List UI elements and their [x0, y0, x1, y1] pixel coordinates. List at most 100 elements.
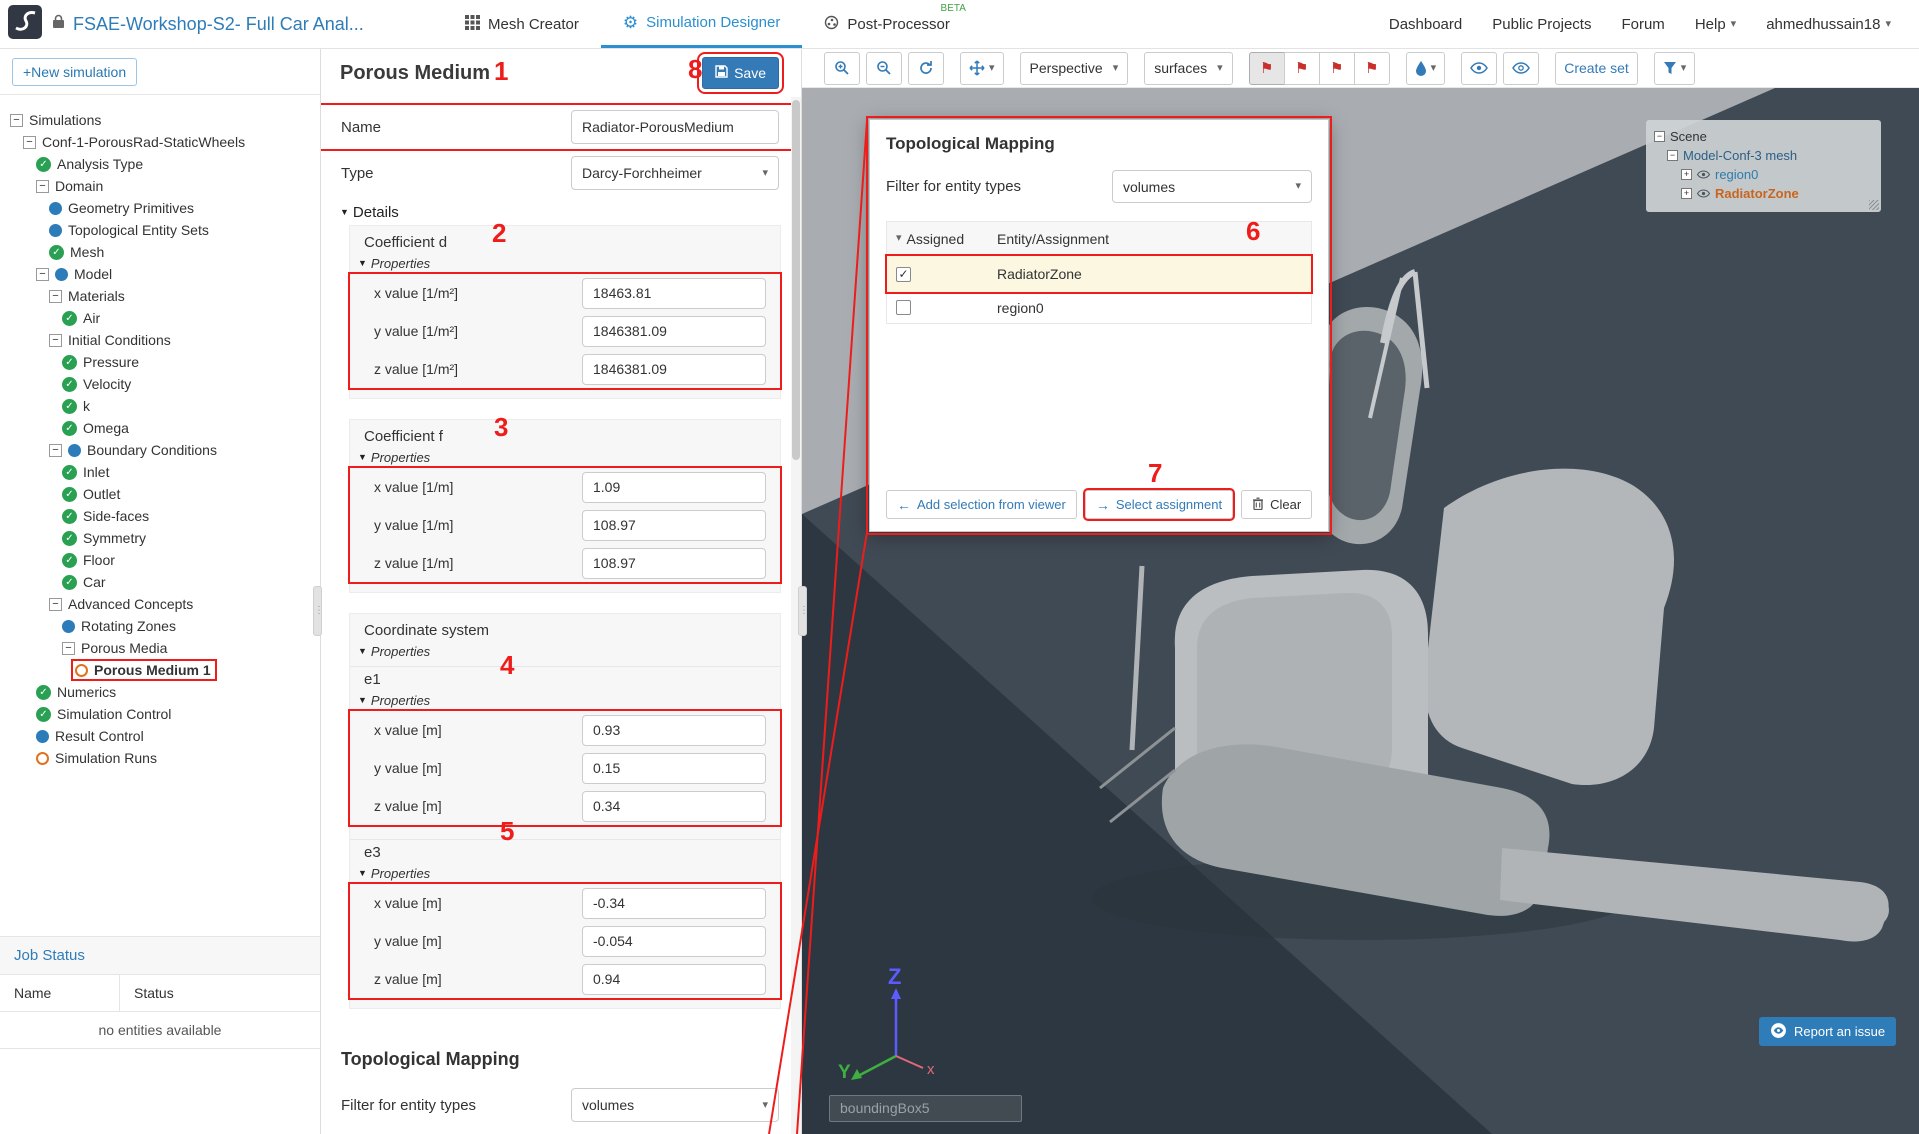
assignment-row-region0[interactable]: region0: [887, 292, 1311, 323]
x-value-input[interactable]: [582, 278, 766, 309]
nav-link-forum[interactable]: Forum: [1621, 16, 1664, 33]
checkbox-checked[interactable]: ✓: [896, 267, 911, 282]
add-selection-button[interactable]: ←Add selection from viewer: [886, 490, 1077, 519]
tree-item-materials[interactable]: −Materials: [0, 285, 320, 307]
collapse-icon[interactable]: −: [36, 180, 49, 193]
tree-item-inlet[interactable]: ✓Inlet: [0, 461, 320, 483]
x-value-input[interactable]: [582, 888, 766, 919]
zoom-out-button[interactable]: [866, 52, 902, 85]
scene-tree-radiatorzone[interactable]: +RadiatorZone: [1654, 184, 1873, 203]
tree-item-geometry-primitives[interactable]: Geometry Primitives: [0, 197, 320, 219]
collapse-icon[interactable]: −: [36, 268, 49, 281]
details-collapse-header[interactable]: ▼Details: [321, 199, 791, 223]
properties-collapse-header[interactable]: ▼Properties: [350, 864, 780, 884]
tree-item-simulation-runs[interactable]: Simulation Runs: [0, 747, 320, 769]
reset-view-button[interactable]: [908, 52, 944, 85]
bounding-box-label[interactable]: boundingBox5: [829, 1095, 1022, 1122]
tab-post-processor[interactable]: Post-Processor BETA: [802, 0, 972, 48]
collapse-icon[interactable]: −: [49, 334, 62, 347]
properties-collapse-header[interactable]: ▼Properties: [350, 691, 780, 711]
tree-item-outlet[interactable]: ✓Outlet: [0, 483, 320, 505]
tree-item-velocity[interactable]: ✓Velocity: [0, 373, 320, 395]
checkbox-unchecked[interactable]: [896, 300, 911, 315]
entity-type-select[interactable]: volumes▾: [571, 1088, 779, 1122]
tree-item-floor[interactable]: ✓Floor: [0, 549, 320, 571]
scene-tree-mesh[interactable]: −Model-Conf-3 mesh: [1654, 146, 1873, 165]
save-button[interactable]: Save: [702, 57, 779, 89]
filter-button[interactable]: ▾: [1654, 52, 1696, 85]
tree-item-model[interactable]: −Model: [0, 263, 320, 285]
properties-collapse-header[interactable]: ▼Properties: [350, 254, 780, 274]
tree-item-initial-conditions[interactable]: −Initial Conditions: [0, 329, 320, 351]
pan-tool-button[interactable]: ▾: [960, 52, 1004, 85]
quality-flag-3-button[interactable]: ⚑: [1319, 52, 1355, 85]
scene-tree-root[interactable]: −Scene: [1654, 127, 1873, 146]
project-title[interactable]: FSAE-Workshop-S2- Full Car Anal...: [73, 14, 364, 35]
hide-selection-button[interactable]: [1503, 52, 1539, 85]
entity-type-select[interactable]: volumes▾: [1112, 170, 1312, 203]
tree-item-simulations[interactable]: −Simulations: [0, 109, 320, 131]
properties-collapse-header[interactable]: ▼Properties: [350, 642, 780, 662]
collapse-icon[interactable]: −: [49, 444, 62, 457]
projection-select[interactable]: Perspective▾: [1020, 52, 1129, 85]
tree-item-porous-media[interactable]: −Porous Media: [0, 637, 320, 659]
scrollbar-thumb[interactable]: [792, 100, 800, 460]
tab-simulation-designer[interactable]: ⚙ Simulation Designer: [601, 0, 802, 48]
y-value-input[interactable]: [582, 926, 766, 957]
simscale-logo[interactable]: [8, 5, 42, 44]
collapse-icon[interactable]: −: [49, 598, 62, 611]
collapse-icon[interactable]: −: [10, 114, 23, 127]
column-header-assigned[interactable]: ▾Assigned: [887, 231, 997, 247]
tree-item-pressure[interactable]: ✓Pressure: [0, 351, 320, 373]
collapse-icon[interactable]: −: [23, 136, 36, 149]
quality-flag-4-button[interactable]: ⚑: [1354, 52, 1390, 85]
name-input[interactable]: [571, 110, 779, 144]
tree-item-porous-medium-1[interactable]: Porous Medium 1: [0, 659, 320, 681]
tree-item-domain[interactable]: −Domain: [0, 175, 320, 197]
x-value-input[interactable]: [582, 472, 766, 503]
tree-item-topological-entity-sets[interactable]: Topological Entity Sets: [0, 219, 320, 241]
create-set-button[interactable]: Create set: [1555, 52, 1638, 85]
zoom-in-button[interactable]: [824, 52, 860, 85]
y-value-input[interactable]: [582, 316, 766, 347]
eye-icon[interactable]: [1697, 186, 1710, 201]
tree-item-k[interactable]: ✓k: [0, 395, 320, 417]
y-value-input[interactable]: [582, 510, 766, 541]
collapse-icon[interactable]: −: [1667, 150, 1678, 161]
tree-item-result-control[interactable]: Result Control: [0, 725, 320, 747]
collapse-icon[interactable]: −: [62, 642, 75, 655]
select-assignment-button[interactable]: →Select assignment: [1085, 490, 1233, 519]
new-simulation-button[interactable]: +New simulation: [12, 58, 137, 86]
assignment-row-radiatorzone[interactable]: ✓ RadiatorZone: [887, 256, 1311, 292]
collapse-icon[interactable]: −: [1654, 131, 1665, 142]
show-selection-button[interactable]: [1461, 52, 1497, 85]
nav-link-dashboard[interactable]: Dashboard: [1389, 16, 1462, 33]
expand-icon[interactable]: +: [1681, 169, 1692, 180]
tree-item-symmetry[interactable]: ✓Symmetry: [0, 527, 320, 549]
scene-tree-region0[interactable]: +region0: [1654, 165, 1873, 184]
tree-item-simulation-control[interactable]: ✓Simulation Control: [0, 703, 320, 725]
tree-item-mesh[interactable]: ✓Mesh: [0, 241, 320, 263]
tree-item-numerics[interactable]: ✓Numerics: [0, 681, 320, 703]
report-issue-button[interactable]: Report an issue: [1759, 1017, 1896, 1046]
tab-mesh-creator[interactable]: Mesh Creator: [443, 0, 601, 48]
tree-item-omega[interactable]: ✓Omega: [0, 417, 320, 439]
nav-link-public-projects[interactable]: Public Projects: [1492, 16, 1591, 33]
x-value-input[interactable]: [582, 715, 766, 746]
type-select[interactable]: Darcy-Forchheimer▾: [571, 156, 779, 190]
clear-button[interactable]: Clear: [1241, 490, 1312, 519]
panel-resize-handle[interactable]: ⋮: [798, 586, 807, 636]
eye-icon[interactable]: [1697, 167, 1710, 182]
tree-item-boundary-conditions[interactable]: −Boundary Conditions: [0, 439, 320, 461]
color-fill-button[interactable]: ▾: [1406, 52, 1446, 85]
nav-menu-help[interactable]: Help▾: [1695, 16, 1736, 33]
overlay-resize-handle[interactable]: [1869, 200, 1879, 210]
render-mode-select[interactable]: surfaces▾: [1144, 52, 1232, 85]
nav-menu-user[interactable]: ahmedhussain18▾: [1766, 16, 1891, 33]
z-value-input[interactable]: [582, 548, 766, 579]
tree-item-conf-1[interactable]: −Conf-1-PorousRad-StaticWheels: [0, 131, 320, 153]
z-value-input[interactable]: [582, 964, 766, 995]
tree-item-rotating-zones[interactable]: Rotating Zones: [0, 615, 320, 637]
y-value-input[interactable]: [582, 753, 766, 784]
tree-item-advanced-concepts[interactable]: −Advanced Concepts: [0, 593, 320, 615]
